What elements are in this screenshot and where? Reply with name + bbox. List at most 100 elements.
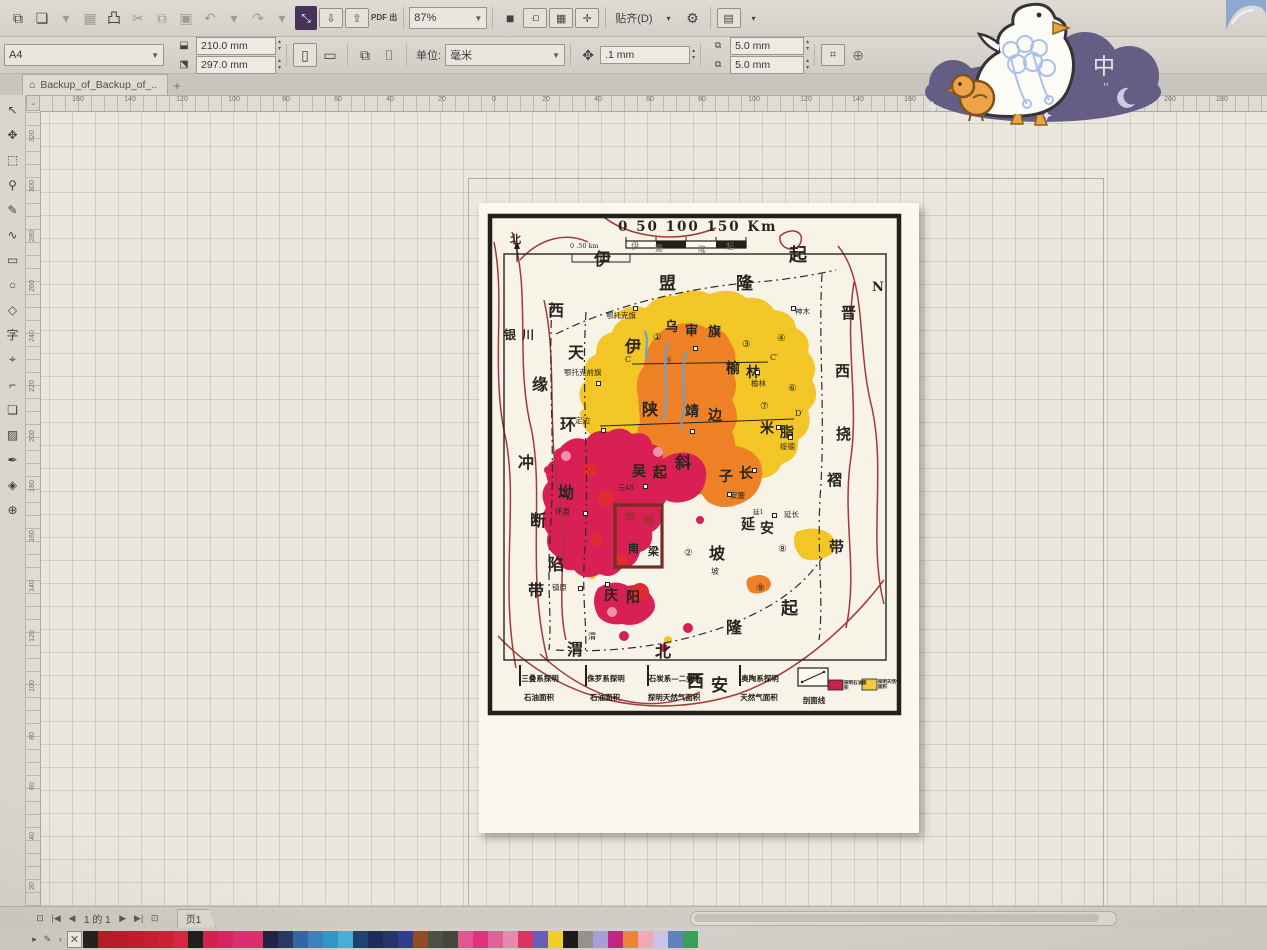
palette-swatch[interactable] [668,931,683,948]
palette-scroll-left-icon[interactable]: ‹ [54,934,67,944]
palette-swatch[interactable] [203,931,218,948]
paste-icon[interactable]: ▣ [175,6,197,30]
artistic-media-tool-icon[interactable]: ∿ [3,222,23,247]
next-page-button[interactable]: ▶ [115,913,131,924]
palette-swatch[interactable] [608,931,623,948]
palette-swatch[interactable] [578,931,593,948]
palette-swatch[interactable] [533,931,548,948]
palette-swatch[interactable] [218,931,233,948]
ruler-origin-button[interactable]: ⟓ [26,95,40,111]
palette-swatch[interactable] [638,931,653,948]
ellipse-tool-icon[interactable]: ○ [3,272,23,297]
text-tool-icon[interactable]: 字 [3,322,23,347]
crop-tool-icon[interactable]: ⬚ [3,147,23,172]
page-flip-icon[interactable]: ⊡ [32,913,48,924]
previous-page-button[interactable]: ◀ [64,913,80,924]
landscape-button[interactable]: ▭ [319,43,341,67]
palette-swatch[interactable] [353,931,368,948]
no-color-swatch[interactable]: ✕ [67,931,82,948]
treat-as-filled-icon[interactable]: ⌗ [821,44,845,66]
palette-swatch[interactable] [653,931,668,948]
last-page-button[interactable]: ▶| [131,913,147,924]
page-size-combo[interactable]: A4 ▼ [4,44,164,66]
open-dropdown-icon[interactable]: ▾ [55,6,77,30]
interactive-fill-tool-icon[interactable]: ◈ [3,472,23,497]
redo-icon[interactable]: ↷ [247,6,269,30]
palette-swatch[interactable] [98,931,113,948]
freehand-tool-icon[interactable]: ✎ [3,197,23,222]
chevron-down-icon[interactable]: ▼ [464,14,482,23]
palette-swatch[interactable] [428,931,443,948]
redo-dropdown-icon[interactable]: ▾ [271,6,293,30]
chevron-down-icon[interactable]: ▼ [141,51,159,60]
units-combo[interactable]: 毫米 ▼ [445,44,565,66]
page-width-field[interactable]: 210.0 mm [196,37,276,55]
palette-swatch[interactable] [113,931,128,948]
eyedropper-tool-icon[interactable]: ✒ [3,447,23,472]
palette-swatch[interactable] [293,931,308,948]
undo-dropdown-icon[interactable]: ▾ [223,6,245,30]
palette-swatch[interactable] [188,931,203,948]
palette-swatch[interactable] [518,931,533,948]
palette-swatch[interactable] [683,931,698,948]
palette-swatch[interactable] [488,931,503,948]
document-tab[interactable]: ⌂ Backup_of_Backup_of_.. [22,74,168,95]
polygon-tool-icon[interactable]: ◇ [3,297,23,322]
show-grid-icon[interactable]: ▦ [549,8,573,28]
palette-swatch[interactable] [83,931,98,948]
open-icon[interactable]: ❏ [31,6,53,30]
publish-pdf-icon[interactable]: PDF 出 [371,6,397,30]
home-icon[interactable]: ⌂ [29,79,35,91]
nudge-stepper[interactable]: ▴▾ [692,48,695,62]
shape-tool-icon[interactable]: ✥ [3,122,23,147]
cut-icon[interactable]: ✂ [127,6,149,30]
fullscreen-preview-icon[interactable]: ■ [499,6,521,30]
dimension-tool-icon[interactable]: ⌖ [3,347,23,372]
palette-swatch[interactable] [158,931,173,948]
palette-swatch[interactable] [563,931,578,948]
zoom-tool-icon[interactable]: ⚲ [3,172,23,197]
zoom-level-combo[interactable]: 87% ▼ [409,7,487,29]
palette-swatch[interactable] [503,931,518,948]
map-image-object[interactable] [479,203,919,833]
duplicate-x-field[interactable]: 5.0 mm [730,37,804,55]
drop-shadow-tool-icon[interactable]: ❏ [3,397,23,422]
palette-swatch[interactable] [443,931,458,948]
palette-swatch[interactable] [413,931,428,948]
add-page-button[interactable]: ⊡ [147,913,163,924]
copy-icon[interactable]: ⧉ [151,6,173,30]
palette-swatch[interactable] [278,931,293,948]
palette-swatch[interactable] [398,931,413,948]
chevron-down-icon[interactable]: ▼ [542,51,560,60]
connector-tool-icon[interactable]: ⌐ [3,372,23,397]
palette-swatch[interactable] [233,931,248,948]
drawing-canvas[interactable] [26,95,1267,906]
duplicate-y-field[interactable]: 5.0 mm [730,56,804,74]
palette-swatch[interactable] [128,931,143,948]
horizontal-scrollbar[interactable] [690,911,1117,926]
palette-swatch[interactable] [593,931,608,948]
transparency-tool-icon[interactable]: ▨ [3,422,23,447]
new-document-icon[interactable]: ⧉ [7,6,29,30]
rectangle-tool-icon[interactable]: ▭ [3,247,23,272]
palette-scroll-icon[interactable]: ▸ [28,934,41,945]
add-tool-icon[interactable]: ⊕ [3,497,23,522]
palette-swatch[interactable] [368,931,383,948]
dup-x-stepper[interactable]: ▴▾ [806,39,809,53]
palette-swatch[interactable] [263,931,278,948]
palette-swatch[interactable] [548,931,563,948]
horizontal-scrollbar-thumb[interactable] [694,914,1099,922]
width-stepper[interactable]: ▴▾ [278,39,281,53]
palette-swatch[interactable] [308,931,323,948]
show-guidelines-icon[interactable]: ✛ [575,8,599,28]
import-icon[interactable]: ⇩ [319,8,343,28]
dup-y-stepper[interactable]: ▴▾ [806,58,809,72]
pick-tool-icon[interactable]: ↖ [3,97,23,122]
nudge-field[interactable]: .1 mm [600,46,690,64]
palette-swatch[interactable] [323,931,338,948]
search-content-icon[interactable]: ⤡ [295,6,317,30]
print-icon[interactable]: 凸 [103,6,125,30]
show-rulers-icon[interactable]: ⟤ [523,8,547,28]
palette-swatch[interactable] [473,931,488,948]
options-icon[interactable]: ▤ [717,8,741,28]
